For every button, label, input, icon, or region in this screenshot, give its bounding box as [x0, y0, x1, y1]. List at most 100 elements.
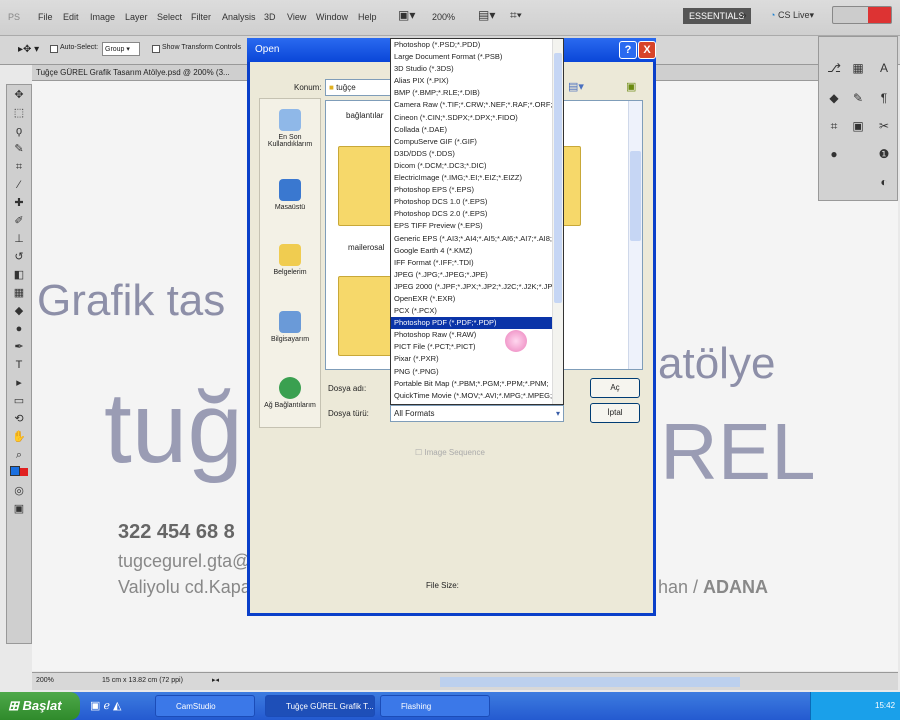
format-option[interactable]: BMP (*.BMP;*.RLE;*.DIB): [391, 87, 563, 99]
status-doc-size[interactable]: 15 cm x 13.82 cm (72 ppi): [102, 677, 183, 684]
task-camstudio[interactable]: CamStudio: [155, 695, 255, 717]
menu-3d[interactable]: 3D: [264, 12, 276, 22]
view-menu-icon[interactable]: ▤▾: [568, 80, 584, 93]
format-option[interactable]: Camera Raw (*.TIF;*.CRW;*.NEF;*.RAF;*.OR…: [391, 99, 563, 111]
path-select-icon[interactable]: ▸: [10, 375, 28, 391]
stamp-tool-icon[interactable]: ⊥: [10, 231, 28, 247]
format-option[interactable]: JPEG (*.JPG;*.JPEG;*.JPE): [391, 269, 563, 281]
3d-rotate-icon[interactable]: ⟲: [10, 411, 28, 427]
start-button[interactable]: ⊞ Başlat: [0, 692, 80, 720]
tools-preset-icon[interactable]: ✂: [875, 117, 893, 135]
task-flashing[interactable]: Flashing: [380, 695, 490, 717]
format-option[interactable]: PCX (*.PCX): [391, 305, 563, 317]
format-option[interactable]: Photoshop PDF (*.PDF;*.PDP): [391, 317, 563, 330]
history-brush-icon[interactable]: ↺: [10, 249, 28, 265]
menu-image[interactable]: Image: [90, 12, 115, 22]
cs-live[interactable]: ◔ CS Live▾: [770, 10, 814, 21]
format-option[interactable]: Alias PIX (*.PIX): [391, 75, 563, 87]
close-button[interactable]: X: [638, 41, 656, 59]
styles-icon[interactable]: ✎: [849, 89, 867, 107]
file-item-label[interactable]: mailerosal: [348, 243, 384, 252]
scroll-thumb[interactable]: [554, 53, 562, 303]
format-option[interactable]: 3D Studio (*.3DS): [391, 63, 563, 75]
screen-mode-icon[interactable]: ▣▾: [398, 8, 415, 22]
healing-tool-icon[interactable]: ✚: [10, 195, 28, 211]
horizontal-scrollbar[interactable]: [440, 677, 740, 687]
history-panel-icon[interactable]: ⎇: [825, 59, 843, 77]
format-option[interactable]: Large Document Format (*.PSB): [391, 51, 563, 63]
cancel-button[interactable]: İptal: [590, 403, 640, 423]
format-option[interactable]: Photoshop (*.PSD;*.PDD): [391, 39, 563, 51]
lasso-tool-icon[interactable]: ϙ: [10, 123, 28, 139]
format-option[interactable]: Photoshop DCS 1.0 (*.EPS): [391, 196, 563, 208]
format-option[interactable]: IFF Format (*.IFF;*.TDI): [391, 257, 563, 269]
format-option[interactable]: Cineon (*.CIN;*.SDPX;*.DPX;*.FIDO): [391, 112, 563, 124]
eraser-tool-icon[interactable]: ◧: [10, 267, 28, 283]
menu-view[interactable]: View: [287, 12, 306, 22]
paragraph-panel-icon[interactable]: ¶: [875, 89, 893, 107]
place-recent[interactable]: En Son Kullandıklarım: [260, 109, 320, 148]
adjustments-icon[interactable]: ◆: [825, 89, 843, 107]
file-item-label[interactable]: bağlantılar: [346, 111, 383, 120]
shape-tool-icon[interactable]: ▭: [10, 393, 28, 409]
quick-select-tool-icon[interactable]: ✎: [10, 141, 28, 157]
hand-tool-icon[interactable]: ✋: [10, 429, 28, 445]
swatches-panel-icon[interactable]: ▦: [849, 59, 867, 77]
format-option[interactable]: OpenEXR (*.EXR): [391, 293, 563, 305]
eyedropper-tool-icon[interactable]: ⁄: [10, 177, 28, 193]
status-zoom[interactable]: 200%: [36, 677, 54, 684]
file-type-combo[interactable]: All Formats ▾: [390, 405, 564, 422]
brush-tool-icon[interactable]: ✐: [10, 213, 28, 229]
status-arrow-icon[interactable]: ▸◂: [212, 676, 219, 684]
move-tool-icon[interactable]: ✥: [10, 87, 28, 103]
gradient-tool-icon[interactable]: ▦: [10, 285, 28, 301]
channels-icon[interactable]: ●: [825, 145, 843, 163]
file-type-dropdown-list[interactable]: Photoshop (*.PSD;*.PDD) Large Document Fo…: [390, 38, 564, 405]
transform-icon[interactable]: ⌗: [825, 117, 843, 135]
image-sequence-checkbox[interactable]: ☐ Image Sequence: [415, 448, 485, 457]
format-option[interactable]: CompuServe GIF (*.GIF): [391, 136, 563, 148]
layers-panel-icon[interactable]: ▣: [849, 117, 867, 135]
format-option[interactable]: EPS TIFF Preview (*.EPS): [391, 220, 563, 232]
menu-help[interactable]: Help: [358, 12, 377, 22]
marquee-tool-icon[interactable]: ⬚: [10, 105, 28, 121]
quick-launch-icons[interactable]: ▣ ℯ ◭: [90, 699, 121, 712]
format-option[interactable]: Google Earth 4 (*.KMZ): [391, 245, 563, 257]
format-option[interactable]: JPEG 2000 (*.JPF;*.JPX;*.JP2;*.J2C;*.J2K…: [391, 281, 563, 293]
format-option[interactable]: Portable Bit Map (*.PBM;*.PGM;*.PPM;*.PN…: [391, 378, 563, 390]
menu-file[interactable]: File: [38, 12, 53, 22]
zoom-tool-icon[interactable]: ⌕: [10, 447, 28, 463]
format-option[interactable]: Photoshop EPS (*.EPS): [391, 184, 563, 196]
format-option[interactable]: Photoshop DCS 2.0 (*.EPS): [391, 208, 563, 220]
format-option[interactable]: PICT File (*.PCT;*.PICT): [391, 341, 563, 353]
arrange-icon[interactable]: ▤▾: [478, 8, 495, 22]
place-desktop[interactable]: Masaüstü: [260, 179, 320, 211]
color-swatches-icon[interactable]: [10, 465, 28, 481]
folder-thumbnail[interactable]: [338, 146, 398, 226]
navigator-icon[interactable]: ◐: [875, 173, 893, 191]
menu-select[interactable]: Select: [157, 12, 182, 22]
type-tool-icon[interactable]: T: [10, 357, 28, 373]
crop-tool-icon[interactable]: ⌗: [10, 159, 28, 175]
menu-analysis[interactable]: Analysis: [222, 12, 256, 22]
place-computer[interactable]: Bilgisayarım: [260, 311, 320, 343]
place-documents[interactable]: Belgelerim: [260, 244, 320, 276]
file-list-scrollbar[interactable]: [628, 101, 642, 369]
window-controls[interactable]: [832, 6, 892, 24]
scroll-thumb[interactable]: [630, 151, 641, 241]
menu-edit[interactable]: Edit: [63, 12, 79, 22]
format-option[interactable]: Photoshop Raw (*.RAW): [391, 329, 563, 341]
zoom-level[interactable]: 200%: [432, 12, 455, 22]
format-option[interactable]: QuickTime Movie (*.MOV;*.AVI;*.MPG;*.MPE…: [391, 390, 563, 402]
dodge-tool-icon[interactable]: ●: [10, 321, 28, 337]
new-folder-icon[interactable]: ▣: [626, 80, 636, 93]
menu-filter[interactable]: Filter: [191, 12, 211, 22]
format-option[interactable]: D3D/DDS (*.DDS): [391, 148, 563, 160]
quick-mask-icon[interactable]: ◎: [10, 483, 28, 499]
help-button[interactable]: ?: [619, 41, 637, 59]
show-transform-checkbox[interactable]: [152, 45, 160, 53]
pen-tool-icon[interactable]: ✒: [10, 339, 28, 355]
info-icon[interactable]: ❶: [875, 145, 893, 163]
clock[interactable]: 15:42: [875, 701, 895, 710]
move-tool-icon[interactable]: ▸✥ ▾: [18, 44, 39, 55]
